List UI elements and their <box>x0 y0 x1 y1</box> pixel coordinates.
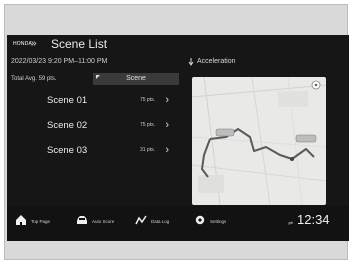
nav-settings[interactable]: Settings <box>194 211 248 233</box>
chevron-right-icon: › <box>165 94 169 106</box>
acceleration-arrow-icon <box>188 58 194 66</box>
nav-top-page[interactable]: Top Page <box>15 211 69 233</box>
corner-marker-icon <box>96 75 100 79</box>
gear-icon <box>195 215 205 225</box>
total-average-text: Total Avg. 59 pts. <box>11 76 57 82</box>
data-log-icon <box>135 215 147 225</box>
scene-row-02[interactable]: Scene 02 75 pts. › <box>21 117 179 135</box>
nav-data-log[interactable]: Data Log <box>135 211 189 233</box>
brand-logo: HONDA <box>13 41 33 48</box>
chevron-right-icon: › <box>165 119 169 131</box>
scene-name: Scene 01 <box>47 95 88 106</box>
route-map[interactable] <box>192 77 326 205</box>
nav-auto-score[interactable]: Auto Score <box>76 211 130 233</box>
route-map-graphic <box>192 77 326 205</box>
date-range-text: 2022/03/23 9:20 PM–11:00 PM <box>11 58 108 65</box>
home-icon <box>16 215 26 225</box>
app-screen: HONDA » Scene List 2022/03/23 9:20 PM–11… <box>7 35 349 241</box>
scene-row-03[interactable]: Scene 03 31 pts. › <box>21 142 179 160</box>
nav-label: Top Page <box>31 219 51 224</box>
scene-tab-label: Scene <box>126 75 146 82</box>
scene-points: 75 pts. <box>139 97 155 103</box>
signal-icon: ⇌ <box>288 221 294 227</box>
nav-label: Auto Score <box>92 219 115 224</box>
brand-logo-text: HONDA <box>13 41 33 47</box>
scene-row-01[interactable]: Scene 01 75 pts. › <box>21 92 179 110</box>
double-chevron-icon: » <box>31 38 36 49</box>
scene-name: Scene 02 <box>47 120 88 131</box>
chevron-right-icon: › <box>165 144 169 156</box>
nav-label: Settings <box>210 219 227 224</box>
acceleration-label: Acceleration <box>197 58 236 65</box>
scene-name: Scene 03 <box>47 145 88 156</box>
scene-points: 75 pts. <box>139 122 155 128</box>
scene-points: 31 pts. <box>139 147 155 153</box>
page-title: Scene List <box>51 37 108 51</box>
clock-time: 12:34 <box>297 212 330 227</box>
car-icon <box>77 216 87 224</box>
scene-tab[interactable]: Scene <box>93 73 179 85</box>
nav-label: Data Log <box>151 219 170 224</box>
